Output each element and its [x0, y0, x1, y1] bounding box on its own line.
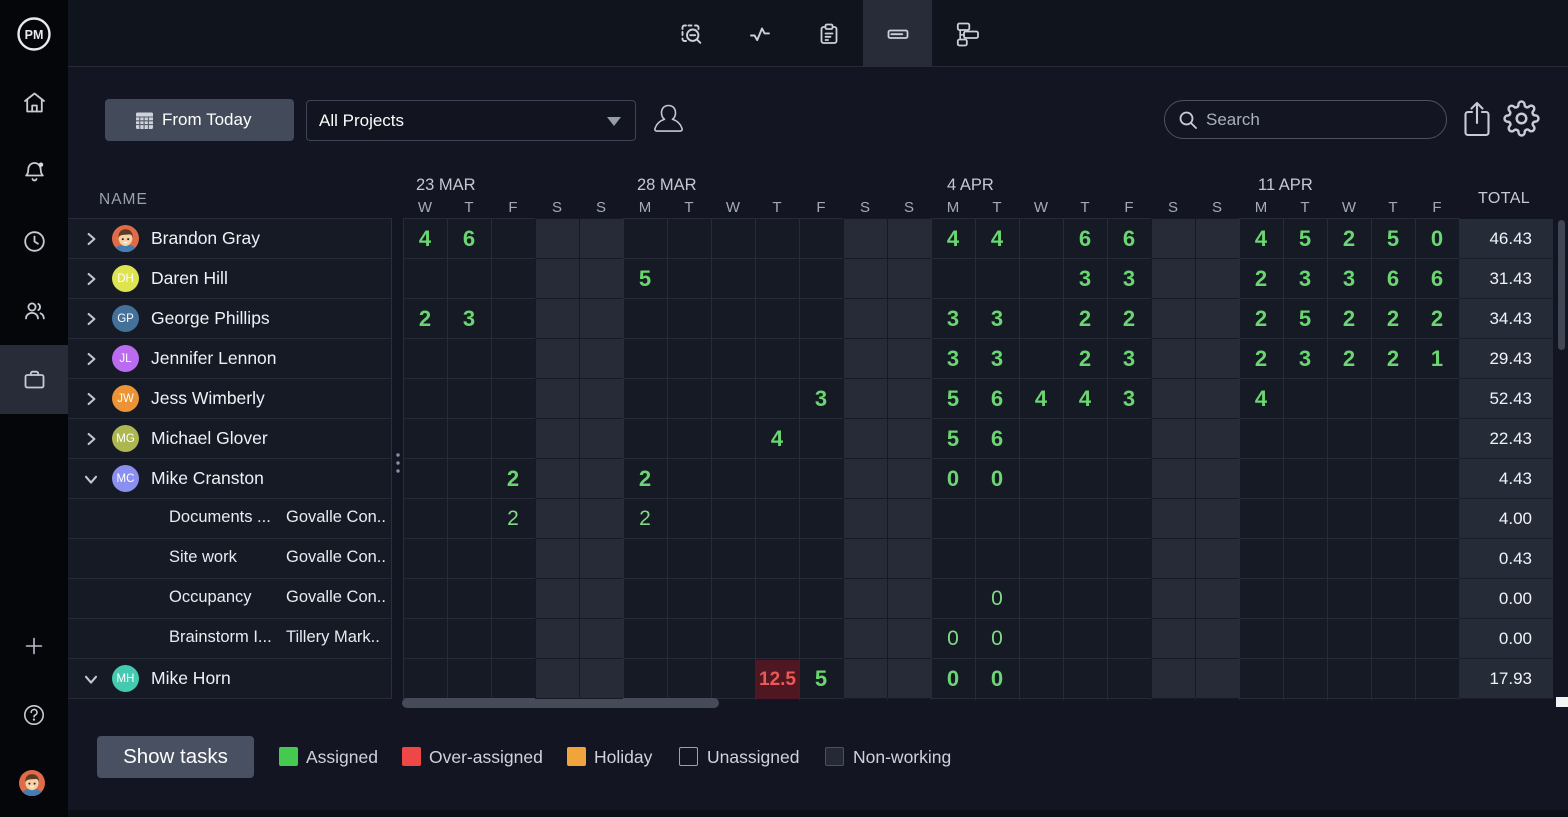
svg-text:PM: PM — [25, 28, 44, 42]
